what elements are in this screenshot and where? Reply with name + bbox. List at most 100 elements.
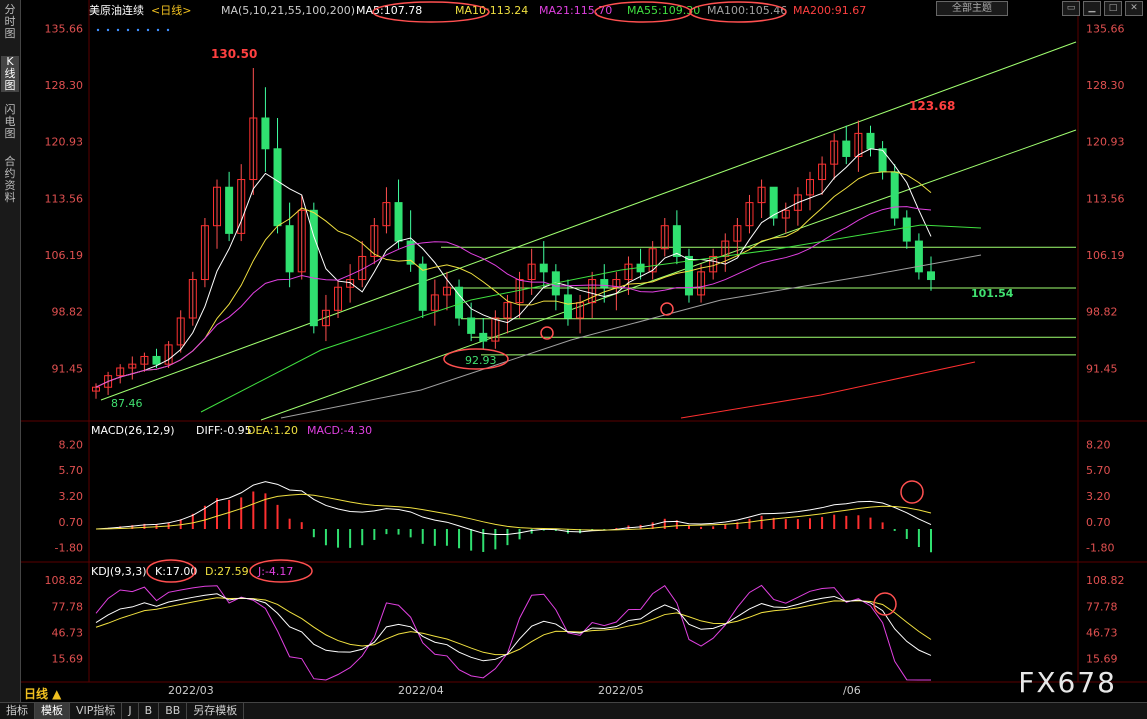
dot-marker [136, 28, 140, 32]
highlight-circle [873, 592, 897, 616]
candle-body [890, 171, 899, 219]
candle-body [479, 332, 488, 342]
candle-body [261, 117, 270, 150]
close-icon[interactable]: ✕ [1125, 1, 1143, 16]
bottom-tab-2[interactable]: VIP指标 [70, 703, 123, 719]
bottom-tab-3[interactable]: J [122, 703, 139, 719]
minimize-icon[interactable]: ▁ [1083, 1, 1101, 16]
chart-canvas[interactable]: 美原油连续 <日线> MA(5,10,21,55,100,200) MA5:107.7… [21, 0, 1147, 702]
kdj-axis-right: 15.69 [1086, 652, 1118, 665]
kdj-j-line [95, 584, 931, 681]
bottom-tab-6[interactable]: 另存模板 [187, 703, 245, 719]
annotation-low1: 87.46 [111, 397, 143, 410]
price-label-left: 106.19 [45, 249, 84, 262]
macd-axis-left: -1.80 [55, 542, 83, 555]
annotation-high2: 123.68 [909, 99, 955, 113]
ma-legend-0: MA5:107.78 [356, 4, 422, 17]
ma-legend-1: MA10:113.24 [455, 4, 528, 17]
channel-upper [100, 41, 1077, 401]
bottom-tab-5[interactable]: BB [159, 703, 188, 719]
dot-marker [156, 28, 160, 32]
price-label-right: 135.66 [1086, 22, 1125, 35]
theme-button[interactable]: 全部主题 [936, 1, 1008, 16]
date-label: 2022/05 [598, 684, 644, 697]
kdj-j: J:-4.17 [257, 565, 293, 578]
dot-marker [96, 28, 100, 32]
bottom-tab-0[interactable]: 指标 [0, 703, 35, 719]
kdj-axis-right: 46.73 [1086, 626, 1118, 639]
kdj-axis-left: 15.69 [52, 652, 84, 665]
candle-body [225, 186, 234, 234]
dot-marker [126, 28, 130, 32]
macd-axis-right: 3.20 [1086, 490, 1111, 503]
macd-axis-right: 0.70 [1086, 516, 1111, 529]
candle-body [842, 140, 851, 157]
price-label-right: 120.93 [1086, 136, 1125, 149]
sidebar-tab-3[interactable]: 合约资料 [1, 156, 19, 204]
candle-body [672, 225, 681, 257]
ma-params: MA(5,10,21,55,100,200) [221, 4, 355, 17]
candle-body [285, 225, 294, 273]
dot-marker [116, 28, 120, 32]
macd-axis-left: 0.70 [59, 516, 84, 529]
macd-value: MACD:-4.30 [307, 424, 372, 437]
candle-body [563, 294, 572, 319]
watermark: FX678 [1018, 666, 1117, 699]
macd-diff: DIFF:-0.95 [196, 424, 252, 437]
ma-line-200 [680, 361, 976, 419]
price-label-left: 91.45 [52, 362, 84, 375]
kdj-k-line [95, 593, 932, 662]
bottom-tabbar: 指标 模板 VIP指标 J B BB 另存模板 [0, 702, 1147, 719]
price-label-right: 98.82 [1086, 306, 1118, 319]
ma-line-5 [95, 148, 932, 388]
settings-icon[interactable]: ▭ [1062, 1, 1080, 16]
sidebar-tab-2[interactable]: 闪电图 [1, 104, 19, 140]
price-label-left: 113.56 [45, 192, 84, 205]
candle-body [927, 271, 935, 281]
channel-lower [260, 129, 1077, 421]
macd-axis-right: 8.20 [1086, 438, 1111, 451]
date-label: 2022/04 [398, 684, 444, 697]
window-controls: ▭ ▁ □ ✕ [1062, 1, 1143, 16]
candle-body [394, 202, 403, 242]
sidebar-tab-0[interactable]: 分时图 [1, 4, 19, 40]
date-label: /06 [843, 684, 861, 697]
price-label-left: 135.66 [45, 22, 84, 35]
kdj-axis-left: 77.78 [52, 600, 84, 613]
sidebar-tab-1[interactable]: K线图 [1, 56, 19, 92]
highlight-circle [900, 480, 924, 504]
dot-marker [166, 28, 170, 32]
ma-legend-2: MA21:115.70 [539, 4, 612, 17]
annotation-high1: 130.50 [211, 47, 257, 61]
dot-marker [106, 28, 110, 32]
candle-body [878, 148, 887, 173]
macd-axis-right: 5.70 [1086, 464, 1111, 477]
bottom-tab-4[interactable]: B [139, 703, 160, 719]
macd-axis-left: 8.20 [59, 438, 84, 451]
period-label: <日线> [151, 3, 191, 17]
candle-body [684, 255, 693, 296]
dot-marker [146, 28, 150, 32]
kdj-d: D:27.59 [205, 565, 249, 578]
period-button[interactable]: 日线 ▲ [24, 685, 61, 702]
price-label-left: 128.30 [45, 79, 84, 92]
kdj-axis-right: 77.78 [1086, 600, 1118, 613]
ma-line-21 [95, 206, 932, 388]
price-label-right: 106.19 [1086, 249, 1125, 262]
kdj-params: KDJ(9,3,3) [91, 565, 147, 578]
kdj-k: K:17.00 [155, 565, 197, 578]
price-label-left: 98.82 [52, 306, 84, 319]
macd-dea: DEA:1.20 [247, 424, 298, 437]
maximize-icon[interactable]: □ [1104, 1, 1122, 16]
bottom-tab-1[interactable]: 模板 [35, 703, 70, 719]
instrument-name: 美原油连续 [89, 3, 144, 17]
candle-body [539, 263, 548, 273]
macd-axis-left: 3.20 [59, 490, 84, 503]
annotation-last-low: 101.54 [971, 287, 1014, 300]
kdj-axis-left: 108.82 [45, 574, 84, 587]
highlight-circle [660, 302, 674, 316]
kdj-axis-right: 108.82 [1086, 574, 1125, 587]
kdj-axis-left: 46.73 [52, 626, 84, 639]
date-label: 2022/03 [168, 684, 214, 697]
candle-body [866, 132, 875, 150]
